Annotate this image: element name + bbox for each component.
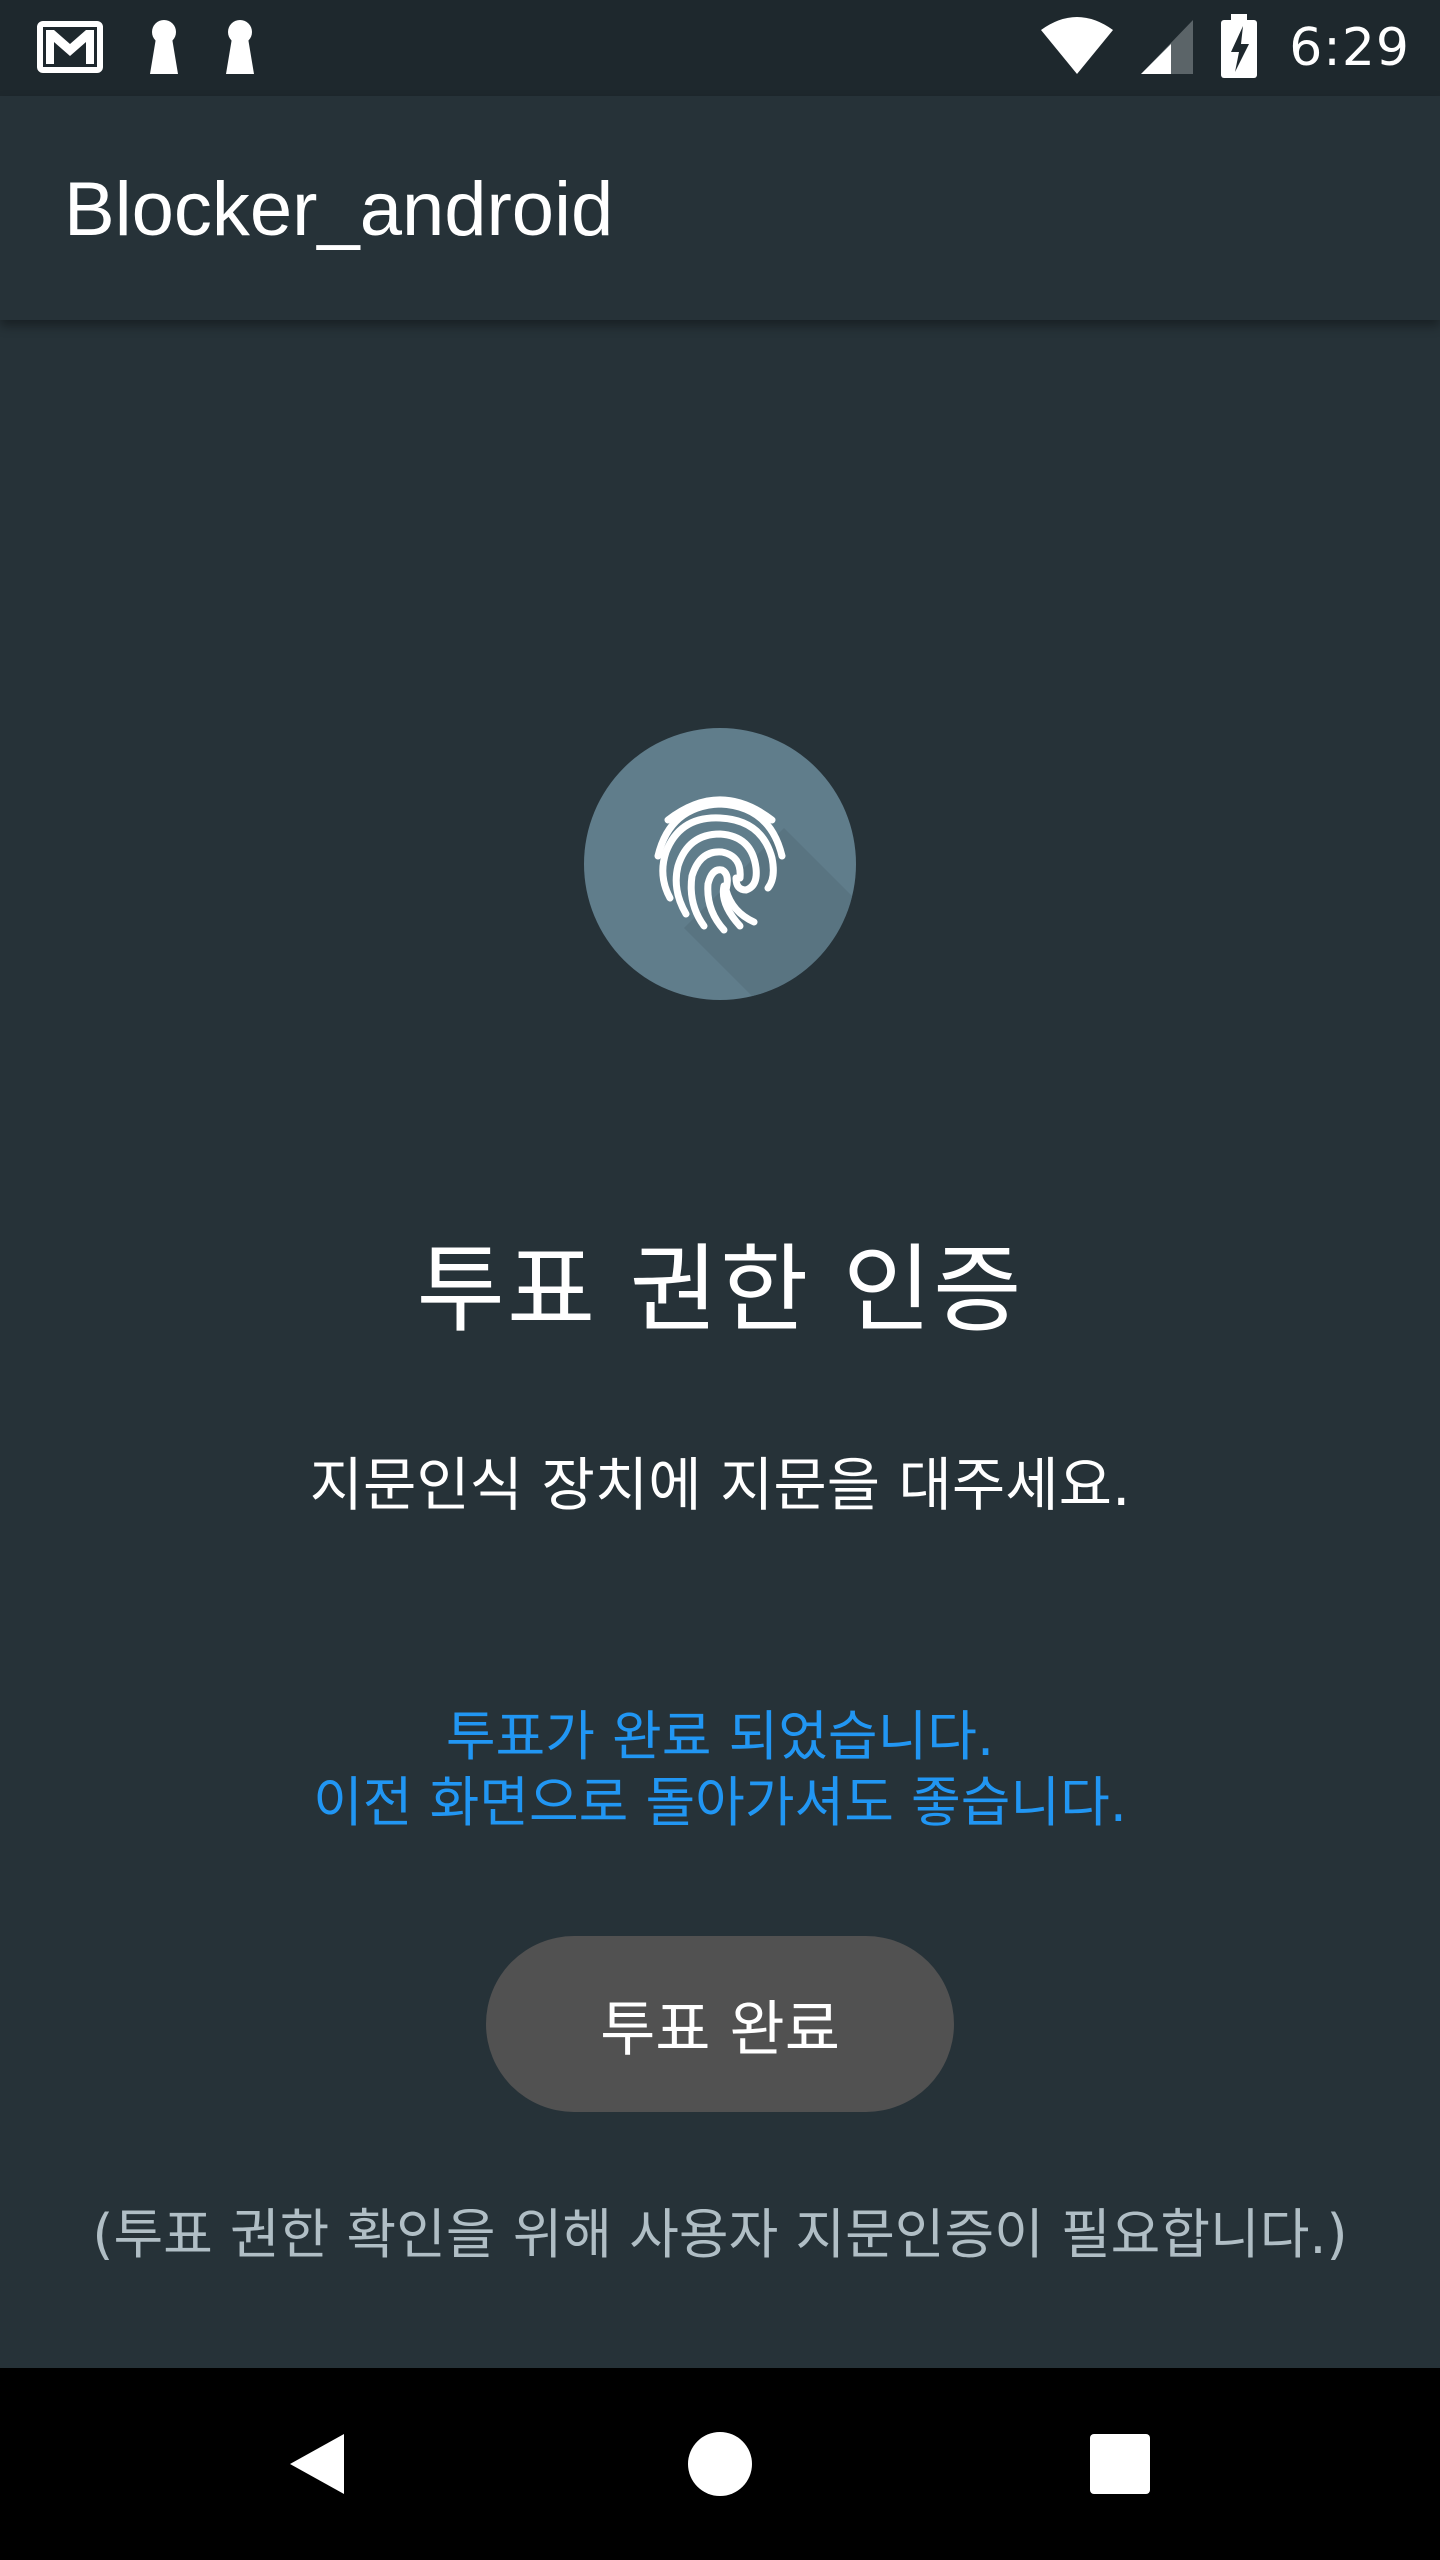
back-button[interactable] [200,2368,440,2560]
notification-icons [36,18,260,78]
keyhole-icon [144,16,184,80]
main-content: 투표 권한 인증 지문인식 장치에 지문을 대주세요. 투표가 완료 되었습니다… [0,320,1440,2368]
back-icon [290,2434,344,2494]
footer-note: (투표 권한 확인을 위해 사용자 지문인증이 필요합니다.) [92,2203,1348,2266]
vote-complete-button[interactable]: 투표 완료 [486,1936,954,2112]
vote-message-line-1: 투표가 완료 되었습니다. [445,1705,995,1768]
recents-button[interactable] [1000,2368,1240,2560]
status-time: 6:29 [1289,18,1410,78]
home-icon [688,2432,752,2496]
cell-signal-icon [1137,16,1197,80]
wifi-icon [1039,16,1115,80]
status-bar: 6:29 [0,0,1440,96]
screen: 6:29 Blocker_android 투표 권한 인증 지문인식 장치에 지… [0,0,1440,2560]
battery-charging-icon [1219,14,1259,82]
home-button[interactable] [600,2368,840,2560]
system-icons: 6:29 [1039,14,1410,82]
gmail-icon [36,16,108,80]
vote-message-line-2: 이전 화면으로 돌아가셔도 좋습니다. [313,1771,1127,1834]
vote-complete-message: 투표가 완료 되었습니다. 이전 화면으로 돌아가셔도 좋습니다. [0,1704,1440,1836]
keyhole-icon [220,16,260,80]
recents-icon [1090,2434,1150,2494]
instruction-text: 지문인식 장치에 지문을 대주세요. [309,1451,1131,1519]
app-bar: Blocker_android [0,96,1440,320]
fingerprint-button[interactable] [584,728,856,1000]
app-title: Blocker_android [64,167,614,252]
auth-title: 투표 권한 인증 [416,1234,1024,1346]
fingerprint-icon [654,796,786,934]
navigation-bar [0,2368,1440,2560]
